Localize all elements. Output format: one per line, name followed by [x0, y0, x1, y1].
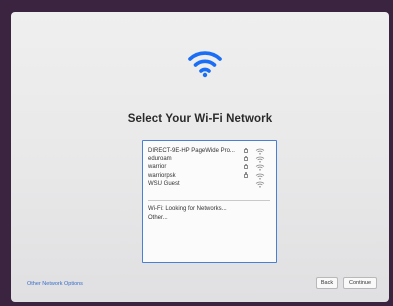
network-row[interactable]: warrior: [148, 163, 272, 171]
network-name: WSU Guest: [148, 180, 180, 187]
page-title: Select Your Wi-Fi Network: [127, 113, 273, 125]
wifi-signal-icon: [255, 173, 265, 180]
network-row[interactable]: WSU Guest: [148, 180, 272, 188]
lock-icon: [244, 155, 248, 162]
lock-icon: [244, 147, 248, 153]
other-network-options-link[interactable]: Other Network Options: [27, 281, 83, 287]
network-name: warrior: [148, 164, 167, 171]
lock-icon: [244, 172, 248, 178]
network-row[interactable]: eduroam: [148, 155, 272, 163]
network-list-panel: DIRECT-9E-HP PageWide Pro... eduroam warri…: [142, 140, 277, 263]
wifi-signal-icon: [255, 156, 265, 163]
network-row[interactable]: warriorpsk: [148, 172, 272, 180]
back-button[interactable]: Back: [316, 277, 338, 289]
wifi-signal-icon: [255, 165, 265, 171]
network-list: DIRECT-9E-HP PageWide Pro... eduroam warri…: [148, 147, 272, 188]
network-name: eduroam: [148, 156, 172, 163]
lock-icon: [244, 163, 248, 170]
wifi-signal-icon: [255, 181, 265, 188]
network-row[interactable]: DIRECT-9E-HP PageWide Pro...: [148, 147, 272, 155]
network-status: Wi-Fi: Looking for Networks...: [148, 206, 227, 212]
wifi-icon: [188, 51, 222, 78]
continue-button[interactable]: Continue: [343, 277, 377, 289]
network-name: DIRECT-9E-HP PageWide Pro...: [148, 148, 235, 154]
setup-screen: Select Your Wi-Fi Network DIRECT-9E-HP P…: [11, 12, 389, 302]
network-name: warriorpsk: [148, 172, 176, 179]
divider: [148, 200, 270, 201]
wifi-signal-icon: [255, 148, 265, 155]
other-network-item[interactable]: Other...: [148, 214, 168, 223]
